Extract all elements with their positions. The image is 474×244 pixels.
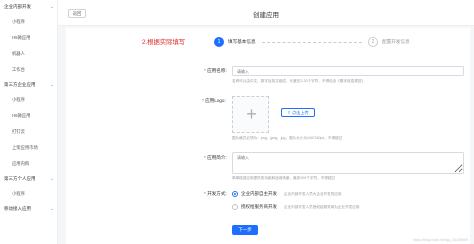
page-title: 创建应用 (253, 12, 279, 19)
sidebar-item-label: 小程序 (12, 191, 25, 196)
app-logo-label-text: 应用Logo: (205, 98, 226, 103)
top-bar: 返回 创建应用 (58, 0, 474, 26)
sidebar-item[interactable]: 应用内购 (0, 156, 57, 172)
radio-self-develop[interactable] (232, 191, 238, 197)
radio-vendor-develop-label[interactable]: 授权给服务商开发 (241, 204, 277, 210)
sidebar-item[interactable]: 工作台 (0, 62, 57, 78)
sidebar-item-label: 小程序 (12, 97, 25, 102)
step-connector (262, 42, 362, 43)
app-desc-label-text: 应用简介: (207, 155, 227, 160)
main-area: 返回 创建应用 2.根据实际填写 1 填写基本信息 2 配置开发信息 * 应用名… (58, 0, 474, 244)
red-annotation: 2.根据实际填写 (142, 39, 186, 46)
app-name-label-text: 应用名称: (207, 68, 227, 73)
logo-upload-area[interactable]: + (232, 96, 269, 133)
app-logo-label: * 应用Logo: (202, 98, 226, 104)
step-1-circle: 1 (214, 37, 224, 47)
app-name-hint: 名称可以由中文、数字及英文组成，长度在2-20个字符，不得包含《基本信息规范》 (232, 79, 365, 83)
sidebar-group-label: 第三方企业应用 (4, 82, 36, 87)
app-logo-hint: 图片格式必须为：png、jpeg、jpg，图片大小为240*240px，不得超过 (232, 136, 343, 140)
required-mark: * (204, 191, 206, 196)
radio-self-develop-desc: 企业内部开发人员为企业开发的应用 (284, 192, 342, 196)
app-name-label: * 应用名称: (204, 68, 227, 74)
sidebar-group-label: 企业内部开发 (4, 4, 31, 9)
sidebar-item-label: 工作台 (12, 67, 25, 72)
step-1-label: 填写基本信息 (228, 39, 256, 44)
sidebar-item[interactable]: 机器人 (0, 46, 57, 62)
sidebar-group[interactable]: 移动接入应用 ⌄ (0, 202, 57, 216)
sidebar-group[interactable]: 第三方个人应用 ⌄ (0, 172, 57, 186)
step-2-circle: 2 (368, 37, 378, 47)
app-desc-label: * 应用简介: (204, 155, 227, 161)
radio-vendor-develop[interactable] (232, 204, 238, 210)
radio-vendor-develop-desc: 企业内部开发人员授权给服务商为企业开发应用 (284, 205, 360, 209)
upload-icon: ⇧ (287, 110, 291, 115)
sidebar: 企业内部开发 ⌄ 小程序 H5微应用 机器人 工作台 第三方企业应用 ⌄ 小程序 H5微应用 打钉云… (0, 0, 58, 244)
dev-mode-label: * 开发方式: (204, 191, 227, 197)
sidebar-group[interactable]: 第三方企业应用 ⌄ (0, 78, 57, 92)
upload-button-label: 点击上传 (291, 110, 309, 115)
sidebar-item-label: 机器人 (12, 51, 25, 56)
sidebar-item-label: 小程序 (12, 19, 25, 24)
upload-button[interactable]: ⇧ 点击上传 (281, 108, 315, 117)
app-desc-textarea[interactable] (232, 152, 464, 174)
sidebar-item[interactable]: 小程序 (0, 14, 57, 30)
required-mark: * (202, 98, 204, 103)
chevron-down-icon: ⌄ (49, 206, 54, 212)
create-app-panel: 2.根据实际填写 1 填写基本信息 2 配置开发信息 * 应用名称: 名称可以由… (66, 28, 470, 244)
sidebar-item[interactable]: 小程序 (0, 92, 57, 108)
sidebar-item-label: H5微应用 (12, 113, 31, 118)
sidebar-group-label: 移动接入应用 (4, 206, 31, 211)
sidebar-group[interactable]: 企业内部开发 ⌄ (0, 0, 57, 14)
sidebar-item[interactable]: 上架应用市场 (0, 140, 57, 156)
sidebar-item-label: H5微应用 (12, 35, 31, 40)
required-mark: * (204, 155, 206, 160)
sidebar-item-label: 打钉云 (12, 129, 25, 134)
watermark: https://blog.csdn.net/qq_33185969 (412, 238, 468, 242)
sidebar-item-label: 应用内购 (12, 161, 30, 166)
dev-mode-label-text: 开发方式: (207, 191, 227, 196)
sidebar-item-label: 上架应用市场 (12, 145, 38, 150)
next-button[interactable]: 下一步 (232, 225, 258, 235)
plus-icon: + (246, 104, 257, 124)
app-desc-hint: 简单描述应用提供的功能和适用场景，最多200个字符，不得超过 (232, 176, 336, 180)
required-mark: * (204, 68, 206, 73)
sidebar-item[interactable]: 打钉云 (0, 124, 57, 140)
sidebar-item[interactable]: 小程序 (0, 186, 57, 202)
chevron-down-icon: ⌄ (49, 82, 54, 88)
radio-self-develop-label[interactable]: 企业内部自主开发 (241, 191, 277, 197)
step-2-label: 配置开发信息 (382, 39, 410, 44)
sidebar-group-label: 第三方个人应用 (4, 176, 36, 181)
chevron-down-icon: ⌄ (49, 176, 54, 182)
sidebar-item[interactable]: H5微应用 (0, 108, 57, 124)
app-name-input[interactable] (232, 66, 464, 76)
sidebar-item[interactable]: H5微应用 (0, 30, 57, 46)
chevron-down-icon: ⌄ (49, 4, 54, 10)
